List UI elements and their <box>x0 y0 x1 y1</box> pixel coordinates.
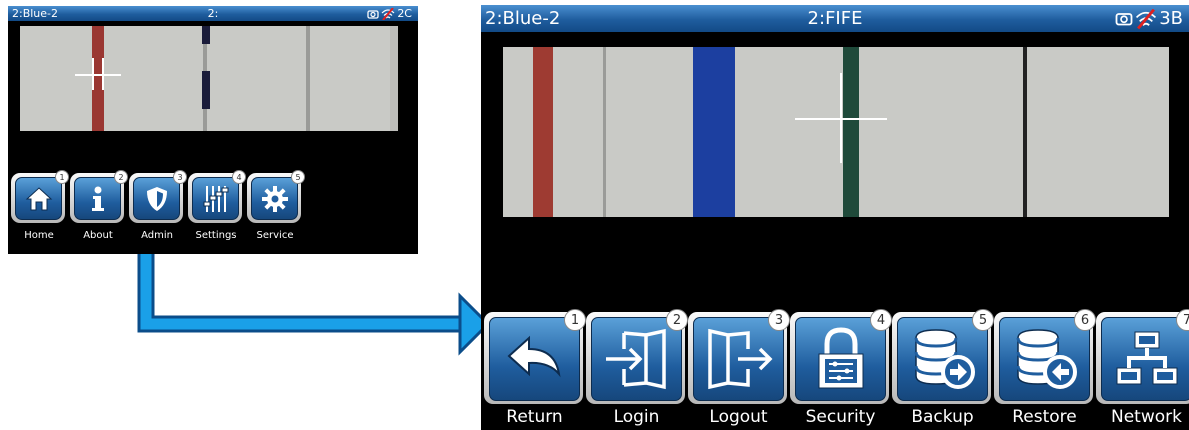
green-stripe <box>843 47 859 217</box>
station-name: 2: <box>207 7 219 20</box>
dark-stripe-segment <box>202 71 210 109</box>
database-restore-icon <box>1016 329 1077 389</box>
backup-button[interactable]: 5 Backup <box>892 309 994 430</box>
shortcut-badge: 4 <box>870 309 892 331</box>
dark-stripe-segment <box>202 26 210 44</box>
status-bar: 2:Blue-2 2: 2C <box>8 6 418 21</box>
status-bar: 2:Blue-2 2:FIFE 3B <box>481 5 1189 32</box>
button-label: About <box>83 230 113 241</box>
button-label: Return <box>506 407 563 427</box>
return-icon <box>507 335 561 378</box>
shortcut-badge: 1 <box>55 170 69 184</box>
button-label: Service <box>256 230 294 241</box>
logout-icon <box>707 328 772 390</box>
channel-code: 3B <box>1159 8 1183 29</box>
button-label: Backup <box>911 407 974 427</box>
info-icon <box>91 186 104 211</box>
divider-line <box>306 26 310 131</box>
gear-icon <box>261 185 288 212</box>
admin-menu-buttons: 1 Return 2 Login 3 Logout 4 Security 5 B… <box>484 309 1189 430</box>
button-label: Network <box>1111 407 1182 427</box>
sliders-icon <box>203 185 228 212</box>
button-label: Home <box>24 230 54 241</box>
blue-stripe <box>693 47 735 217</box>
crosshair <box>75 74 121 76</box>
shortcut-badge: 6 <box>1074 309 1096 331</box>
database-backup-icon <box>914 329 975 389</box>
login-icon <box>605 328 666 390</box>
camera-icon <box>367 9 379 19</box>
shortcut-badge: 2 <box>114 170 128 184</box>
wifi-off-icon <box>381 7 395 20</box>
camera-view <box>503 47 1169 217</box>
logout-button[interactable]: 3 Logout <box>688 309 790 430</box>
shortcut-badge: 4 <box>232 170 246 184</box>
button-label: Settings <box>195 230 237 241</box>
shortcut-badge: 2 <box>666 309 688 331</box>
lock-icon <box>818 327 863 389</box>
admin-menu-screen: 2:Blue-2 2:FIFE 3B 1 Return 2 Login 3 Lo… <box>481 5 1189 430</box>
shortcut-badge: 5 <box>291 170 305 184</box>
return-button[interactable]: 1 Return <box>484 309 586 430</box>
main-menu-buttons: 1 Home 2 About 3 Admin 4 Settings 5 Serv… <box>11 170 305 246</box>
channel-code: 2C <box>397 7 412 20</box>
station-name: 2:FIFE <box>807 8 863 29</box>
login-button[interactable]: 2 Login <box>586 309 688 430</box>
button-label: Admin <box>141 230 173 241</box>
settings-button[interactable]: 4 Settings <box>188 170 246 246</box>
shield-icon <box>146 186 167 211</box>
red-stripe <box>533 47 553 217</box>
restore-button[interactable]: 6 Restore <box>994 309 1096 430</box>
home-icon <box>25 186 52 210</box>
shortcut-badge: 3 <box>768 309 790 331</box>
divider-line <box>603 47 606 217</box>
camera-view <box>20 26 398 131</box>
shortcut-badge: 3 <box>173 170 187 184</box>
divider-line <box>1023 47 1027 217</box>
button-label: Security <box>805 407 876 427</box>
button-label: Login <box>613 407 660 427</box>
wifi-off-icon <box>1136 8 1157 29</box>
about-button[interactable]: 2 About <box>70 170 128 246</box>
main-menu-screen: 2:Blue-2 2: 2C 1 Home 2 About 3 Admin 4 … <box>8 6 418 254</box>
shortcut-badge: 1 <box>564 309 586 331</box>
admin-button[interactable]: 3 Admin <box>129 170 187 246</box>
button-label: Logout <box>709 407 768 427</box>
camera-icon <box>1115 13 1133 26</box>
button-label: Restore <box>1012 407 1077 427</box>
shortcut-badge: 5 <box>972 309 994 331</box>
security-button[interactable]: 4 Security <box>790 309 892 430</box>
network-icon <box>1116 331 1177 385</box>
service-button[interactable]: 5 Service <box>247 170 305 246</box>
network-button[interactable]: 7 Network <box>1096 309 1189 430</box>
home-button[interactable]: 1 Home <box>11 170 69 246</box>
